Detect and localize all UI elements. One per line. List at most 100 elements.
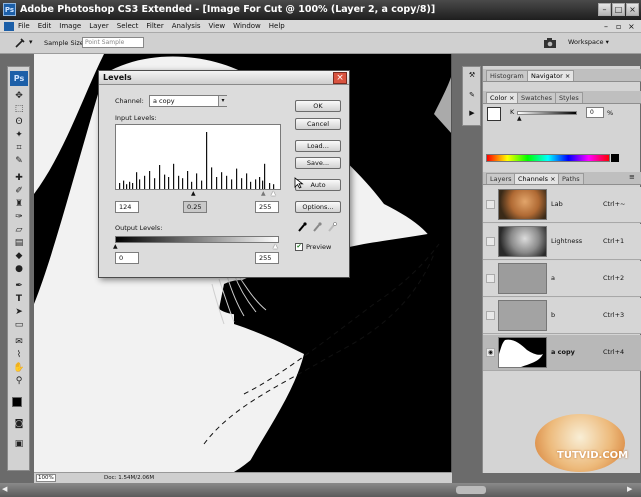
pen-tool-icon[interactable]: ✒ xyxy=(12,281,26,292)
tab-swatches[interactable]: Swatches xyxy=(517,92,557,103)
tab-navigator[interactable]: Navigator × xyxy=(527,70,575,81)
color-k-slider[interactable] xyxy=(517,111,577,115)
save-button[interactable]: Save... xyxy=(295,157,341,169)
color-spectrum-bar[interactable] xyxy=(486,154,610,162)
foreground-color-swatch[interactable] xyxy=(12,397,22,407)
notes-tool-icon[interactable]: ✉ xyxy=(12,337,26,348)
options-button[interactable]: Options... xyxy=(295,201,341,213)
tab-channels[interactable]: Channels × xyxy=(514,173,560,184)
scroll-right-icon[interactable]: ▶ xyxy=(627,485,637,495)
input-gamma-field[interactable]: 0.25 xyxy=(183,201,207,213)
white-eyedropper-icon[interactable] xyxy=(327,221,337,233)
color-foreground-swatch[interactable] xyxy=(487,107,501,121)
type-tool-icon[interactable]: T xyxy=(12,294,26,305)
magic-wand-tool-icon[interactable]: ✦ xyxy=(12,130,26,141)
levels-close-icon[interactable]: × xyxy=(333,72,347,84)
channel-row-lightness[interactable]: Lightness Ctrl+1 xyxy=(483,224,641,260)
screen-mode-icon[interactable]: ▣ xyxy=(12,439,26,450)
load-button[interactable]: Load... xyxy=(295,140,341,152)
doc-close-icon[interactable]: × xyxy=(628,22,635,31)
hand-tool-icon[interactable]: ✋ xyxy=(12,363,26,374)
visibility-toggle-icon[interactable] xyxy=(486,311,495,320)
menu-view[interactable]: View xyxy=(209,22,226,30)
spectrum-black-swatch[interactable] xyxy=(611,154,619,162)
input-white-field[interactable]: 255 xyxy=(255,201,279,213)
visibility-toggle-icon[interactable] xyxy=(486,274,495,283)
tab-color[interactable]: Color × xyxy=(486,92,519,103)
path-selection-tool-icon[interactable]: ➤ xyxy=(12,307,26,318)
tab-styles[interactable]: Styles xyxy=(555,92,583,103)
workspace-menu[interactable]: Workspace ▾ xyxy=(568,38,609,46)
cancel-button[interactable]: Cancel xyxy=(295,118,341,130)
brush-tool-icon[interactable]: ✐ xyxy=(12,186,26,197)
output-black-field[interactable]: 0 xyxy=(115,252,139,264)
output-black-slider[interactable]: ▲ xyxy=(113,244,118,250)
menu-help[interactable]: Help xyxy=(269,22,285,30)
camera-icon[interactable] xyxy=(543,37,557,49)
channel-row-b[interactable]: b Ctrl+3 xyxy=(483,298,641,334)
dodge-tool-icon[interactable]: ● xyxy=(12,264,26,275)
clone-stamp-tool-icon[interactable]: ♜ xyxy=(12,199,26,210)
slice-tool-icon[interactable]: ✎ xyxy=(12,156,26,167)
visibility-toggle-icon[interactable] xyxy=(486,200,495,209)
close-button[interactable]: × xyxy=(626,3,639,16)
tab-paths[interactable]: Paths xyxy=(558,173,584,184)
channel-row-a-copy[interactable]: ◉ a copy Ctrl+4 xyxy=(483,335,641,371)
quick-mask-icon[interactable]: ◙ xyxy=(12,419,26,430)
marquee-tool-icon[interactable]: ⬚ xyxy=(12,104,26,115)
input-black-slider[interactable]: ▲ xyxy=(191,191,196,197)
preview-checkbox[interactable]: ✔ xyxy=(295,243,303,251)
black-eyedropper-icon[interactable] xyxy=(297,221,307,233)
input-gamma-slider[interactable]: ▲ xyxy=(261,191,266,197)
ok-button[interactable]: OK xyxy=(295,100,341,112)
tab-histogram[interactable]: Histogram xyxy=(486,70,528,81)
output-white-slider[interactable]: ▲ xyxy=(273,244,278,250)
doc-restore-icon[interactable]: ▫ xyxy=(616,22,621,31)
move-tool-icon[interactable]: ✥ xyxy=(12,91,26,102)
channel-row-a[interactable]: a Ctrl+2 xyxy=(483,261,641,297)
actions-play-icon[interactable]: ▶ xyxy=(465,109,479,121)
history-brush-tool-icon[interactable]: ✑ xyxy=(12,212,26,223)
channel-row-lab[interactable]: Lab Ctrl+~ xyxy=(483,187,641,223)
gradient-tool-icon[interactable]: ▤ xyxy=(12,238,26,249)
blur-tool-icon[interactable]: ◆ xyxy=(12,251,26,262)
visibility-toggle-icon[interactable] xyxy=(486,237,495,246)
minimize-button[interactable]: – xyxy=(598,3,611,16)
input-black-field[interactable]: 124 xyxy=(115,201,139,213)
color-value-field[interactable]: 0 xyxy=(586,107,604,118)
eyedropper-icon[interactable]: ⌇ xyxy=(12,350,26,361)
zoom-tool-icon[interactable]: ⚲ xyxy=(12,376,26,387)
healing-brush-tool-icon[interactable]: ✚ xyxy=(12,173,26,184)
tab-layers[interactable]: Layers xyxy=(486,173,516,184)
brushes-icon[interactable]: ✎ xyxy=(465,91,479,103)
shape-tool-icon[interactable]: ▭ xyxy=(12,320,26,331)
menu-file[interactable]: File xyxy=(18,22,30,30)
menu-layer[interactable]: Layer xyxy=(89,22,109,30)
ps-menu-icon[interactable] xyxy=(4,22,14,31)
gray-eyedropper-icon[interactable] xyxy=(312,221,322,233)
tool-presets-icon[interactable]: ⚒ xyxy=(465,71,479,83)
lasso-tool-icon[interactable]: ʘ xyxy=(12,117,26,128)
zoom-level-field[interactable]: 100% xyxy=(36,474,56,482)
color-slider-thumb-icon[interactable]: ▲ xyxy=(517,116,522,122)
chevron-down-icon[interactable]: ▾ xyxy=(218,96,227,106)
menu-analysis[interactable]: Analysis xyxy=(172,22,201,30)
visibility-eye-icon[interactable]: ◉ xyxy=(486,348,495,357)
input-white-slider[interactable]: ▲ xyxy=(271,191,276,197)
menu-edit[interactable]: Edit xyxy=(38,22,52,30)
menu-window[interactable]: Window xyxy=(233,22,261,30)
eyedropper-tool-icon[interactable] xyxy=(14,37,26,49)
output-white-field[interactable]: 255 xyxy=(255,252,279,264)
scroll-thumb[interactable] xyxy=(456,486,486,494)
channel-select[interactable]: a copy xyxy=(149,95,227,107)
eraser-tool-icon[interactable]: ▱ xyxy=(12,225,26,236)
scroll-left-icon[interactable]: ◀ xyxy=(2,485,12,495)
panel-menu-icon[interactable]: ≡ xyxy=(629,173,635,181)
menu-image[interactable]: Image xyxy=(59,22,81,30)
menu-filter[interactable]: Filter xyxy=(146,22,163,30)
menu-select[interactable]: Select xyxy=(117,22,139,30)
maximize-button[interactable]: □ xyxy=(612,3,625,16)
doc-minimize-icon[interactable]: – xyxy=(604,22,608,31)
horizontal-scrollbar[interactable]: ◀ ▶ xyxy=(0,483,641,497)
crop-tool-icon[interactable]: ⌗ xyxy=(12,143,26,154)
